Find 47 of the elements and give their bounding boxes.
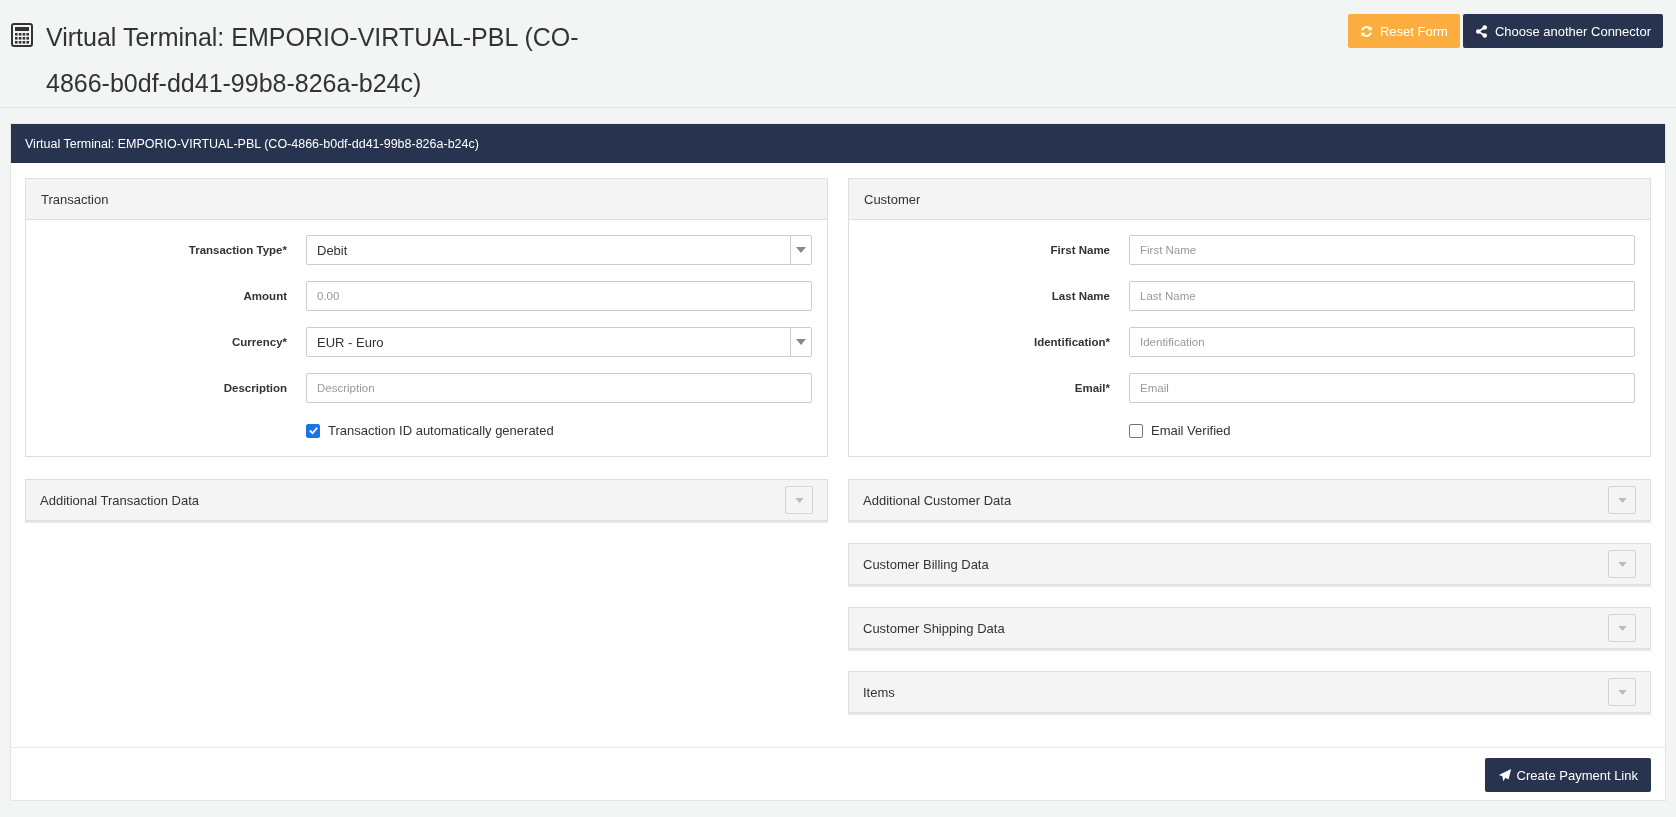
input-field[interactable]: Last Name [1129,281,1635,311]
section-title: Additional Transaction Data [40,492,199,508]
section-title: Additional Customer Data [863,492,1012,508]
expand-button[interactable] [785,486,813,514]
caret-icon [796,247,806,253]
field-label: Email* [1073,382,1110,394]
caret-icon [1617,625,1627,631]
expand-button[interactable] [1608,678,1636,706]
select-field[interactable]: EUR - Euro [306,327,812,357]
caret-icon [1617,561,1627,567]
field-label: Identification* [1032,336,1110,348]
field-label: Last Name [1050,290,1110,302]
input-field[interactable]: 0.00 [306,281,812,311]
caret-icon [796,339,806,345]
refresh-icon [1360,24,1373,38]
checkbox-label: Email Verified [1151,423,1231,438]
field-label: First Name [1049,244,1110,256]
section-title: Items [863,684,895,700]
select-field[interactable]: Debit [306,235,812,265]
expand-button[interactable] [1608,614,1636,642]
caret-icon [1617,689,1627,695]
calculator-icon [11,23,33,47]
expand-button[interactable] [1608,486,1636,514]
section-title: Customer Billing Data [863,556,989,572]
field-label: Currency* [231,336,287,348]
create-payment-link-button[interactable]: Create Payment Link [1484,758,1651,792]
panel-title: Virtual Terminal: EMPORIO-VIRTUAL-PBL (CO-4866-b0df-dd41-99b8-826a-b24c) [25,136,479,151]
checkbox[interactable] [306,423,320,438]
input-field[interactable]: Email [1129,373,1635,403]
card-title: Transaction [41,191,109,207]
paper-plane-icon [1497,768,1512,782]
input-field[interactable]: Identification [1129,327,1635,357]
card-title: Customer [864,191,921,207]
header-button[interactable]: Choose another Connector [1462,14,1663,48]
field-label: Transaction Type* [187,244,287,256]
field-label: Description [222,382,287,394]
checkbox-label: Transaction ID automatically generated [328,423,554,438]
field-label: Amount [242,290,287,302]
input-field[interactable]: First Name [1129,235,1635,265]
section-title: Customer Shipping Data [863,620,1005,636]
caret-icon [1617,497,1627,503]
checkbox[interactable] [1129,423,1143,438]
share-icon [1474,24,1488,38]
expand-button[interactable] [1608,550,1636,578]
input-field[interactable]: Description [306,373,812,403]
caret-icon [794,497,804,503]
page-title: Virtual Terminal: EMPORIO-VIRTUAL-PBL (CO-4866-b0df-dd41-99b8-826a-b24c) [46,22,580,99]
